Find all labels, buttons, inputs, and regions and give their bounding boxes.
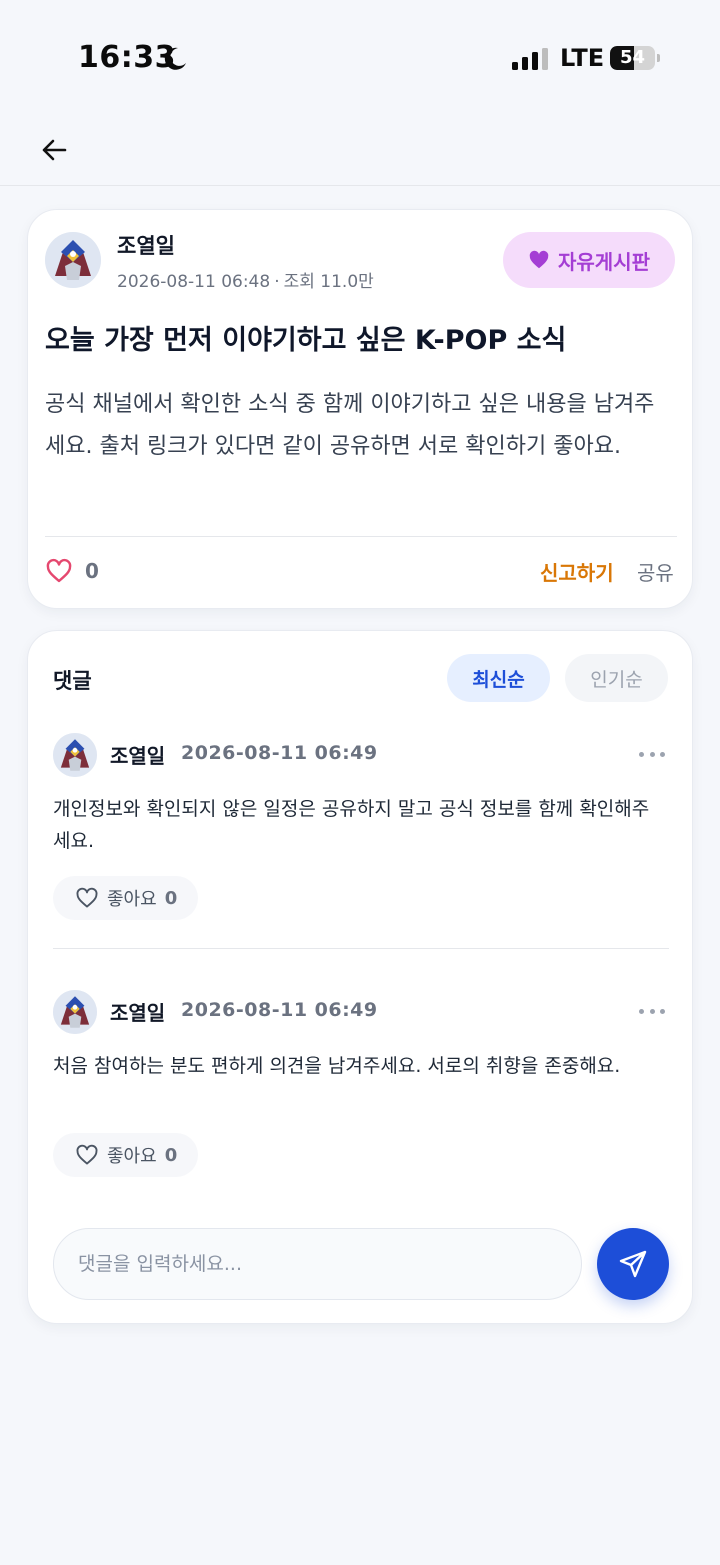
- post-views: 조회 11.0만: [283, 272, 374, 292]
- comment-like-label: 좋아요: [107, 889, 157, 910]
- heart-icon: [529, 250, 549, 269]
- comment-input[interactable]: [53, 1228, 582, 1300]
- comment-author[interactable]: 조열일: [110, 740, 165, 769]
- heart-outline-icon: [46, 558, 72, 583]
- comment-like-button[interactable]: 좋아요 0: [53, 876, 198, 920]
- battery-icon: 54: [610, 46, 660, 70]
- signal-icon: [512, 48, 548, 70]
- post-author-name[interactable]: 조열일: [117, 230, 175, 260]
- top-nav-bar: [0, 118, 720, 186]
- share-button[interactable]: 공유: [637, 557, 674, 586]
- comment-text: 처음 참여하는 분도 편하게 의견을 남겨주세요. 서로의 취향을 존중해요.: [53, 1055, 621, 1077]
- more-options-icon[interactable]: [639, 1000, 665, 1022]
- avatar[interactable]: [53, 733, 97, 777]
- send-button[interactable]: [597, 1228, 669, 1300]
- comment-text: 개인정보와 확인되지 않은 일정은 공유하지 말고 공식 정보를 함께 확인해주…: [53, 798, 650, 852]
- sort-latest-button[interactable]: 최신순: [447, 654, 550, 702]
- post-body: 공식 채널에서 확인한 소식 중 함께 이야기하고 싶은 내용을 남겨주세요. …: [45, 392, 655, 459]
- post-card: 조열일 2026-08-11 06:48 · 조회 11.0만 자유게시판 오늘 가…: [27, 209, 693, 609]
- sort-popular-button[interactable]: 인기순: [565, 654, 668, 702]
- comments-card: 댓글 최신순 인기순 조열일 2026-08-11 06:49 개인정보와 확인…: [27, 630, 693, 1324]
- comments-title: 댓글: [53, 669, 92, 693]
- moon-icon: [164, 47, 186, 70]
- post-meta: 2026-08-11 06:48 · 조회 11.0만: [117, 267, 374, 292]
- category-badge[interactable]: 자유게시판: [503, 232, 675, 288]
- network-label: LTE: [560, 44, 605, 72]
- meta-separator: ·: [274, 272, 280, 292]
- comment-time: 2026-08-11 06:49: [181, 999, 378, 1021]
- more-options-icon[interactable]: [639, 743, 665, 765]
- comment-item: 조열일 2026-08-11 06:49 처음 참여하는 분도 편하게 의견을 …: [53, 988, 669, 1208]
- post-date: 2026-08-11 06:48: [117, 272, 271, 292]
- comment-like-count: 0: [164, 887, 178, 909]
- heart-outline-icon: [76, 1144, 98, 1165]
- back-button[interactable]: [34, 130, 74, 170]
- comment-like-button[interactable]: 좋아요 0: [53, 1133, 198, 1177]
- divider: [45, 536, 677, 537]
- avatar[interactable]: [53, 990, 97, 1034]
- comment-time: 2026-08-11 06:49: [181, 742, 378, 764]
- comment-author[interactable]: 조열일: [110, 997, 165, 1026]
- comment-like-count: 0: [164, 1144, 178, 1166]
- comment-like-label: 좋아요: [107, 1146, 157, 1167]
- heart-outline-icon: [76, 887, 98, 908]
- status-bar: 16:33 LTE 54: [0, 0, 720, 118]
- category-label: 자유게시판: [558, 249, 650, 274]
- arrow-left-icon: [42, 139, 67, 161]
- divider: [53, 948, 669, 949]
- post-title: 오늘 가장 먼저 이야기하고 싶은 K-POP 소식: [45, 325, 567, 356]
- report-button[interactable]: 신고하기: [540, 557, 614, 586]
- post-like-button[interactable]: 0: [45, 554, 99, 588]
- comment-item: 조열일 2026-08-11 06:49 개인정보와 확인되지 않은 일정은 공…: [53, 731, 669, 951]
- battery-level: 54: [619, 47, 646, 68]
- avatar[interactable]: [45, 232, 101, 288]
- post-like-count: 0: [85, 559, 99, 583]
- send-icon: [619, 1250, 647, 1278]
